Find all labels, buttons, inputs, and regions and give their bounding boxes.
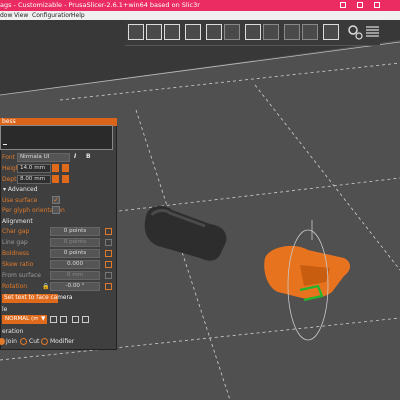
maximize-icon[interactable] [357,2,363,8]
advanced-toggle[interactable]: ▾ Advanced [3,186,38,193]
remove-style-icon[interactable] [72,316,79,323]
paste-icon[interactable] [224,24,240,40]
copy-icon[interactable] [206,24,222,40]
style-select[interactable]: NORMAL (modifie [2,315,39,324]
bold-button[interactable]: B [86,153,91,160]
emboss-text-input[interactable] [0,125,113,150]
face-camera-button[interactable]: Set text to face camera [2,294,72,303]
title-bar: ags - Customizable - PrusaSlicer-2.6.1+w… [0,0,400,11]
depth-input[interactable]: 8.00 mm [17,175,51,184]
remove-instance-icon[interactable] [263,24,279,40]
window-title: ags - Customizable - PrusaSlicer-2.6.1+w… [0,1,200,9]
cut-label: Cut [29,338,40,345]
settings-icon[interactable] [347,24,363,40]
rotation-edit-icon[interactable] [105,283,112,290]
per-glyph-checkbox[interactable] [52,206,60,214]
use-surface-checkbox[interactable]: ✓ [52,196,60,204]
skew-ratio-label: Skew ratio [2,261,34,268]
minimize-icon[interactable] [340,2,346,8]
font-select[interactable]: Nirmala UI [17,153,70,162]
from-surface-label: From surface [2,272,41,279]
depth-increase-button[interactable] [62,175,69,183]
char-gap-edit-icon[interactable] [105,228,112,235]
skew-ratio-input[interactable]: 0.000 [50,260,100,269]
add-instance-icon[interactable] [245,24,261,40]
advanced-label: Advanced [7,186,38,193]
boldness-input[interactable]: 0 points [50,249,100,258]
text-cursor [3,144,7,145]
alignment-label: Alignment [2,218,33,225]
save-style-icon[interactable] [50,316,57,323]
layers-icon[interactable] [365,24,381,40]
style-dropdown-button[interactable]: ▼ [39,315,47,324]
menu-window[interactable]: dow [0,11,12,20]
join-label: Join [6,338,17,345]
rename-style-icon[interactable] [82,316,89,323]
menu-configuration[interactable]: Configuration [32,11,73,20]
add-object-icon[interactable] [128,24,144,40]
menu-view[interactable]: View [14,11,28,20]
delete-icon[interactable] [146,24,162,40]
menu-bar: dow View Configuration Help [0,11,400,20]
add-style-icon[interactable] [60,316,67,323]
boldness-label: Boldness [2,250,30,257]
modifier-label: Modifier [50,338,75,345]
rotation-label: Rotation [2,283,28,290]
line-gap-label: Line gap [2,239,28,246]
font-label: Font [2,154,16,161]
top-toolbar [125,20,380,46]
rotation-input[interactable]: -0.00 ° [50,282,100,291]
delete-all-icon[interactable] [164,24,180,40]
operation-label: eration [2,328,24,335]
use-surface-label: Use surface [2,197,38,204]
split-objects-icon[interactable] [284,24,300,40]
italic-button[interactable]: I [74,153,76,160]
style-label: le [2,306,8,313]
depth-decrease-button[interactable] [52,175,59,183]
line-gap-input[interactable]: 0 points [50,238,100,247]
variable-layer-height-icon[interactable] [323,24,339,40]
line-gap-edit-icon[interactable] [105,239,112,246]
height-increase-button[interactable] [62,164,69,172]
height-input[interactable]: 14.0 mm [17,164,51,173]
modifier-radio[interactable] [41,338,48,345]
char-gap-label: Char gap [2,228,30,235]
height-decrease-button[interactable] [52,164,59,172]
arrange-icon[interactable] [185,24,201,40]
close-icon[interactable] [374,2,380,8]
skew-ratio-edit-icon[interactable] [105,261,112,268]
cut-radio[interactable] [20,338,27,345]
boldness-edit-icon[interactable] [105,250,112,257]
from-surface-edit-icon[interactable] [105,272,112,279]
menu-help[interactable]: Help [71,11,85,20]
from-surface-input[interactable]: 0 mm [50,271,100,280]
lock-icon[interactable]: 🔒 [42,283,49,290]
split-parts-icon[interactable] [302,24,318,40]
char-gap-input[interactable]: 0 points [50,227,100,236]
